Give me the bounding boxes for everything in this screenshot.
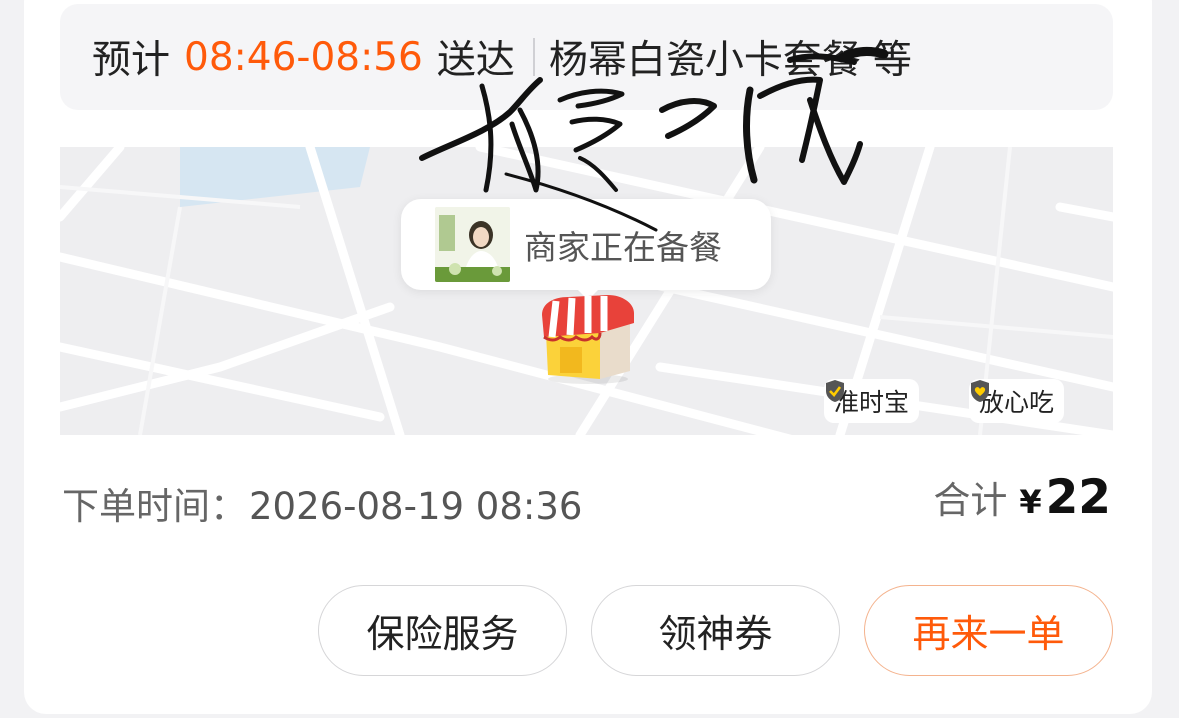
total-label: 合计 bbox=[933, 479, 1008, 522]
get-coupon-button[interactable]: 领神券 bbox=[591, 585, 840, 676]
order-total: 合计 ¥ 22 bbox=[933, 470, 1111, 525]
merchant-status-bubble[interactable]: 商家正在备餐 bbox=[401, 199, 771, 300]
total-currency: ¥ bbox=[1019, 483, 1042, 521]
reorder-button[interactable]: 再来一单 bbox=[864, 585, 1113, 676]
eta-divider bbox=[532, 38, 535, 76]
insurance-service-button[interactable]: 保险服务 bbox=[318, 585, 567, 676]
badge-on-time[interactable]: 准时宝 bbox=[824, 379, 920, 423]
eta-bar[interactable]: 预计 08:46-08:56 送达 杨幂白瓷小卡套餐 等 bbox=[60, 4, 1113, 110]
order-time-value: 2026-08-19 08:36 bbox=[249, 485, 583, 528]
eta-suffix: 送达 bbox=[436, 38, 515, 83]
product-thumbnail-art bbox=[435, 207, 510, 282]
eta-prefix: 预计 bbox=[92, 38, 171, 83]
product-thumbnail bbox=[435, 207, 510, 282]
shield-heart-icon bbox=[971, 380, 989, 402]
eta-time-range: 08:46-08:56 bbox=[184, 34, 423, 80]
total-amount: 22 bbox=[1045, 470, 1111, 525]
order-time-label: 下单时间： bbox=[62, 485, 247, 528]
eta-more: 等 bbox=[872, 38, 912, 83]
merchant-status-text: 商家正在备餐 bbox=[524, 227, 722, 267]
store-icon bbox=[542, 295, 634, 384]
eta-items: 杨幂白瓷小卡套餐 bbox=[548, 38, 861, 83]
shield-check-icon bbox=[826, 380, 844, 402]
badge-safe-eat[interactable]: 放心吃 bbox=[969, 379, 1065, 423]
order-time: 下单时间：2026-08-19 08:36 bbox=[62, 476, 582, 530]
